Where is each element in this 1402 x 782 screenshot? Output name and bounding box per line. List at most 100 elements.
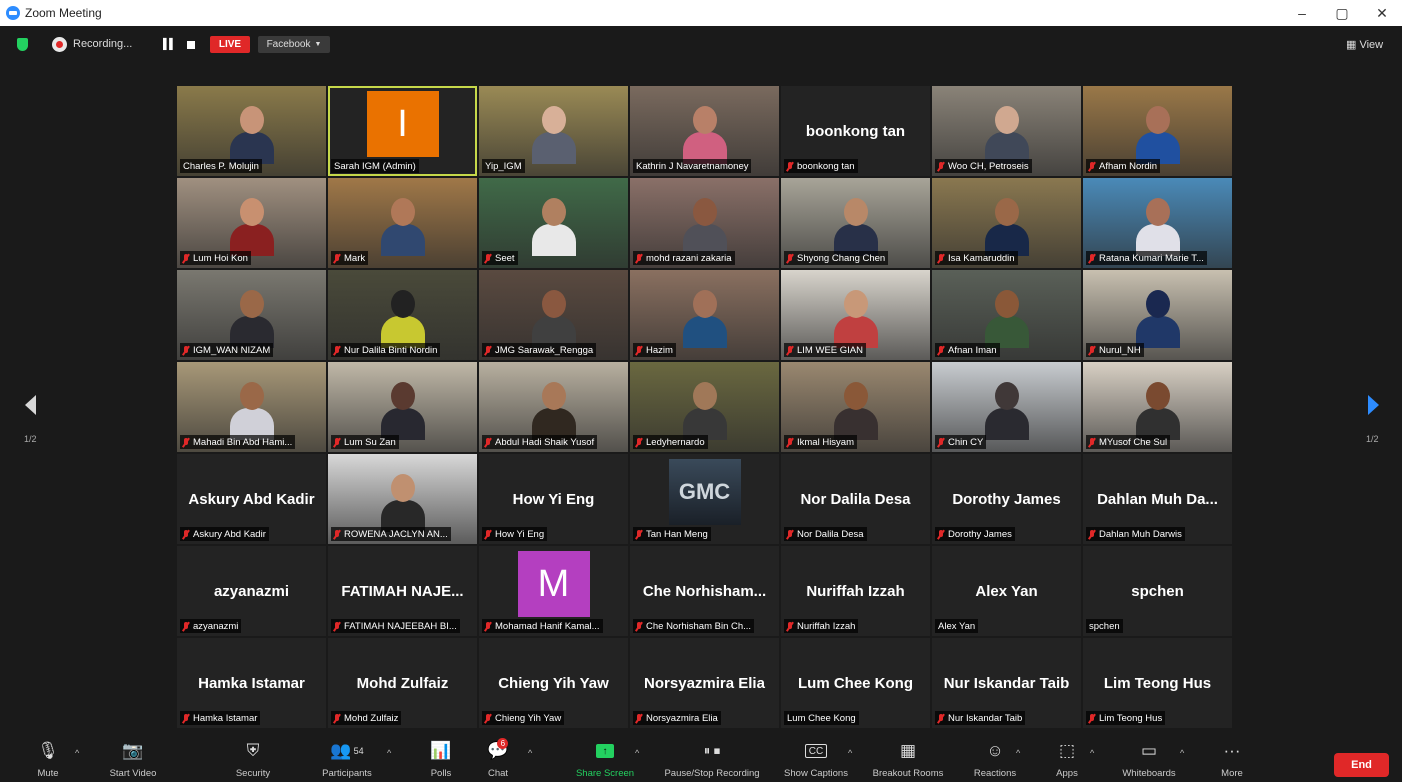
chat-caret-icon[interactable]: ^ — [528, 748, 532, 758]
participant-tile[interactable]: boonkong tan boonkong tan — [781, 86, 930, 176]
participant-tile[interactable]: Ledyhernardo — [630, 362, 779, 452]
participant-tile[interactable]: Hamka Istamar Hamka Istamar — [177, 638, 326, 728]
reactions-button[interactable]: ☺ Reactions — [968, 738, 1022, 782]
participant-tile[interactable]: Nuriffah Izzah Nuriffah Izzah — [781, 546, 930, 636]
captions-caret-icon[interactable]: ^ — [848, 748, 852, 758]
breakout-rooms-button[interactable]: ▦ Breakout Rooms — [868, 738, 948, 782]
participant-name-label: Nurul_NH — [1086, 343, 1144, 357]
share-screen-button[interactable]: ↑ Share Screen — [570, 738, 640, 782]
person-head — [843, 382, 868, 410]
participants-button[interactable]: 👥 54 Participants — [314, 738, 380, 782]
participant-tile[interactable]: LIM WEE GIAN — [781, 270, 930, 360]
participant-tile[interactable]: Yip_IGM — [479, 86, 628, 176]
participant-tile[interactable]: Dorothy James Dorothy James — [932, 454, 1081, 544]
participant-name: Mark — [344, 252, 366, 264]
participant-tile[interactable]: spchen spchen — [1083, 546, 1232, 636]
participant-tile[interactable]: Nur Dalila Binti Nordin — [328, 270, 477, 360]
participant-tile[interactable]: FATIMAH NAJE... FATIMAH NAJEEBAH BI... — [328, 546, 477, 636]
chat-button[interactable]: 💬 6 Chat — [478, 738, 518, 782]
previous-page-arrow-icon[interactable] — [25, 395, 36, 415]
participant-tile[interactable]: azyanazmi azyanazmi — [177, 546, 326, 636]
participant-name-label: Nur Iskandar Taib — [935, 711, 1026, 725]
more-button[interactable]: ··· More — [1214, 738, 1250, 782]
minimize-button[interactable]: – — [1282, 0, 1322, 26]
participant-tile[interactable]: Isa Kamaruddin — [932, 178, 1081, 268]
participant-tile[interactable]: Ratana Kumari Marie T... — [1083, 178, 1232, 268]
participant-name-label: FATIMAH NAJEEBAH BI... — [331, 619, 460, 633]
next-page-arrow-icon[interactable] — [1368, 395, 1379, 415]
person-silhouette — [833, 290, 878, 348]
participant-tile[interactable]: Askury Abd Kadir Askury Abd Kadir — [177, 454, 326, 544]
participant-tile[interactable]: Woo CH, Petroseis — [932, 86, 1081, 176]
participant-name-label: Mahadi Bin Abd Hami... — [180, 435, 296, 449]
mute-button[interactable]: 🎙 Mute — [28, 738, 68, 782]
participant-name-label: azyanazmi — [180, 619, 242, 633]
participant-tile[interactable]: Shyong Chang Chen — [781, 178, 930, 268]
participant-tile[interactable]: Afnan Iman — [932, 270, 1081, 360]
person-head — [843, 198, 868, 226]
participant-name: Lum Su Zan — [344, 436, 396, 448]
participant-tile[interactable]: Dahlan Muh Da... Dahlan Muh Darwis — [1083, 454, 1232, 544]
participant-tile[interactable]: Lim Teong Hus Lim Teong Hus — [1083, 638, 1232, 728]
participant-tile[interactable]: Chin CY — [932, 362, 1081, 452]
participant-tile[interactable]: Nur Iskandar Taib Nur Iskandar Taib — [932, 638, 1081, 728]
security-button[interactable]: ⛨ Security — [228, 738, 278, 782]
participant-tile[interactable]: Norsyazmira Elia Norsyazmira Elia — [630, 638, 779, 728]
mic-muted-icon — [938, 529, 944, 539]
person-silhouette — [984, 290, 1029, 348]
polls-button[interactable]: 📊 Polls — [424, 738, 458, 782]
participant-tile[interactable]: Nor Dalila Desa Nor Dalila Desa — [781, 454, 930, 544]
mic-muted-icon — [183, 253, 189, 263]
participant-tile[interactable]: Kathrin J Navaretnamoney — [630, 86, 779, 176]
participant-tile[interactable]: Mark — [328, 178, 477, 268]
pause-recording-icon[interactable]: ▌▌ — [163, 39, 176, 50]
participant-tile[interactable]: mohd razani zakaria — [630, 178, 779, 268]
participant-tile[interactable]: Mohd Zulfaiz Mohd Zulfaiz — [328, 638, 477, 728]
apps-caret-icon[interactable]: ^ — [1090, 748, 1094, 758]
participant-tile[interactable]: MYusof Che Sul — [1083, 362, 1232, 452]
participant-tile[interactable]: I Sarah IGM (Admin) — [328, 86, 477, 176]
mic-muted-icon — [787, 529, 793, 539]
stop-recording-icon[interactable] — [187, 41, 195, 49]
participant-tile[interactable]: IGM_WAN NIZAM — [177, 270, 326, 360]
participant-tile[interactable]: Afham Nordin — [1083, 86, 1232, 176]
close-button[interactable]: ✕ — [1362, 0, 1402, 26]
pause-stop-recording-button[interactable]: ⏸ ⏹ Pause/Stop Recording — [656, 738, 768, 782]
participant-tile[interactable]: Abdul Hadi Shaik Yusof — [479, 362, 628, 452]
audio-options-caret-icon[interactable]: ^ — [75, 748, 79, 758]
whiteboards-button[interactable]: ▭ Whiteboards — [1114, 738, 1184, 782]
participant-tile[interactable]: Che Norhisham... Che Norhisham Bin Ch... — [630, 546, 779, 636]
participant-tile[interactable]: M Mohamad Hanif Kamal... — [479, 546, 628, 636]
participant-tile[interactable]: JMG Sarawak_Rengga — [479, 270, 628, 360]
view-button[interactable]: ▦ View — [1346, 38, 1383, 51]
start-video-button[interactable]: 📷 Start Video — [100, 738, 166, 782]
encryption-shield-icon[interactable] — [17, 38, 28, 51]
reactions-caret-icon[interactable]: ^ — [1016, 748, 1020, 758]
restore-button[interactable]: ▢ — [1322, 0, 1362, 26]
show-captions-button[interactable]: CC Show Captions — [782, 738, 850, 782]
end-meeting-button[interactable]: End — [1334, 753, 1389, 777]
participant-tile[interactable]: Alex Yan Alex Yan — [932, 546, 1081, 636]
participant-tile[interactable]: Chieng Yih Yaw Chieng Yih Yaw — [479, 638, 628, 728]
whiteboards-caret-icon[interactable]: ^ — [1180, 748, 1184, 758]
participant-tile[interactable]: Ikmal Hisyam — [781, 362, 930, 452]
participant-tile[interactable]: Charles P. Molujin — [177, 86, 326, 176]
mic-muted-icon — [787, 437, 793, 447]
apps-button[interactable]: ⬚ Apps — [1052, 738, 1082, 782]
participants-caret-icon[interactable]: ^ — [387, 748, 391, 758]
share-caret-icon[interactable]: ^ — [635, 748, 639, 758]
participant-tile[interactable]: Hazim — [630, 270, 779, 360]
livestream-target-dropdown[interactable]: Facebook ▼ — [258, 36, 330, 53]
participant-tile[interactable]: Seet — [479, 178, 628, 268]
mic-muted-icon — [636, 621, 642, 631]
participant-tile[interactable]: Lum Su Zan — [328, 362, 477, 452]
participant-tile[interactable]: GMC Tan Han Meng — [630, 454, 779, 544]
participant-tile[interactable]: How Yi Eng How Yi Eng — [479, 454, 628, 544]
participant-tile[interactable]: Nurul_NH — [1083, 270, 1232, 360]
participant-tile[interactable]: Mahadi Bin Abd Hami... — [177, 362, 326, 452]
participant-tile[interactable]: Lum Hoi Kon — [177, 178, 326, 268]
participant-display-name: Lum Chee Kong — [798, 675, 913, 692]
participant-tile[interactable]: Lum Chee Kong Lum Chee Kong — [781, 638, 930, 728]
participant-tile[interactable]: ROWENA JACLYN AN... — [328, 454, 477, 544]
person-head — [390, 290, 415, 318]
